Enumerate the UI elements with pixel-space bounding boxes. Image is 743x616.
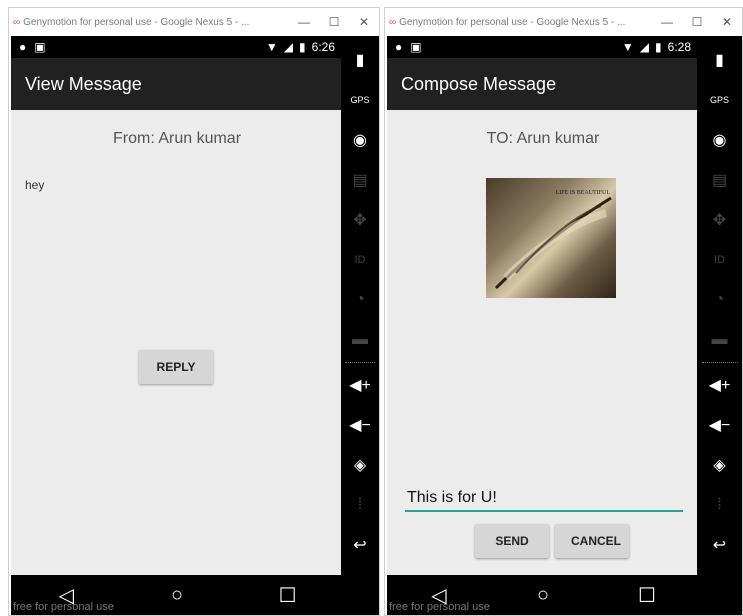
watermark: free for personal use (389, 601, 490, 613)
attached-photo[interactable]: LIFE IS BEAUTIFUL (486, 178, 616, 298)
minimize-button[interactable]: — (652, 15, 682, 29)
maximize-button[interactable]: ☐ (682, 15, 712, 29)
minimize-button[interactable]: — (289, 15, 319, 29)
status-time: 6:28 (667, 40, 691, 54)
gps-icon[interactable]: GPS (697, 80, 742, 120)
status-bar: ● ▣ ▼ ◢ ▮ 6:26 (11, 36, 343, 58)
message-input[interactable]: This is for U! (405, 486, 683, 512)
to-label: TO: Arun kumar (486, 130, 600, 147)
volume-down-icon[interactable]: ◀− (341, 405, 379, 445)
status-time: 6:26 (311, 40, 335, 54)
nav-home-icon[interactable]: ○ (523, 584, 563, 607)
signal-icon: ◢ (283, 40, 294, 54)
location-icon: ● (19, 40, 27, 54)
rotate-icon[interactable]: ◈ (697, 445, 742, 485)
left-emulator-window: ∞ Genymotion for personal use - Google N… (8, 7, 380, 616)
rss-icon[interactable]: ◔ (697, 280, 742, 320)
feather-illustration (494, 196, 612, 290)
toolbar-separator (344, 362, 376, 363)
capture-icon[interactable]: ▤ (341, 160, 379, 200)
close-button[interactable]: ✕ (712, 15, 742, 29)
action-bar-title: Compose Message (387, 58, 699, 110)
genymotion-toolbar: ▮ GPS ◉ ▤ ✥ ID ◔ ▬ ◀+ ◀− ◈ ⁞ ↩ (341, 36, 379, 615)
dpad-icon[interactable]: ✥ (341, 200, 379, 240)
toolbar-separator (701, 362, 738, 363)
location-icon: ● (395, 40, 403, 54)
watermark: free for personal use (13, 601, 114, 613)
window-title: Genymotion for personal use - Google Nex… (23, 16, 250, 28)
maximize-button[interactable]: ☐ (319, 15, 349, 29)
reply-button[interactable]: REPLY (139, 350, 213, 384)
device-screen: ● ▣ ▼ ◢ ▮ 6:26 View Message From: Arun k… (11, 36, 343, 615)
mail-icon: ▣ (34, 40, 46, 54)
webcam-icon[interactable]: ◉ (697, 120, 742, 160)
back-arrow-icon[interactable]: ↩ (697, 525, 742, 565)
close-button[interactable]: ✕ (349, 15, 379, 29)
compose-message-content: TO: Arun kumar LIFE IS BEAUTIFUL This is… (387, 110, 699, 575)
gps-icon[interactable]: GPS (341, 80, 379, 120)
nav-home-icon[interactable]: ○ (157, 584, 197, 607)
volume-down-icon[interactable]: ◀− (697, 405, 742, 445)
from-label: From: Arun kumar (112, 130, 242, 147)
webcam-icon[interactable]: ◉ (341, 120, 379, 160)
id-icon[interactable]: ID (341, 240, 379, 280)
volume-up-icon[interactable]: ◀+ (697, 365, 742, 405)
action-bar-title: View Message (11, 58, 343, 110)
sms-icon[interactable]: ▬ (697, 320, 742, 360)
genymotion-logo-icon: ∞ (389, 16, 396, 28)
rotate-icon[interactable]: ◈ (341, 445, 379, 485)
id-icon[interactable]: ID (697, 240, 742, 280)
pixel-icon[interactable]: ⁞ (341, 485, 379, 525)
photo-caption: LIFE IS BEAUTIFUL (555, 190, 610, 196)
message-body: hey (25, 178, 45, 192)
genymotion-logo-icon: ∞ (13, 16, 20, 28)
window-titlebar: ∞ Genymotion for personal use - Google N… (9, 8, 379, 36)
device-screen: ● ▣ ▼ ◢ ▮ 6:28 Compose Message TO: Arun … (387, 36, 699, 615)
send-button[interactable]: SEND (475, 524, 549, 558)
right-emulator-window: ∞ Genymotion for personal use - Google N… (384, 7, 743, 616)
wifi-icon: ▼ (265, 40, 278, 54)
mail-icon: ▣ (410, 40, 422, 54)
status-bar: ● ▣ ▼ ◢ ▮ 6:28 (387, 36, 699, 58)
genymotion-toolbar: ▮ GPS ◉ ▤ ✥ ID ◔ ▬ ◀+ ◀− ◈ ⁞ ↩ (697, 36, 742, 615)
capture-icon[interactable]: ▤ (697, 160, 742, 200)
wifi-icon: ▼ (621, 40, 634, 54)
nav-recents-icon[interactable]: ☐ (268, 583, 308, 608)
sms-icon[interactable]: ▬ (341, 320, 379, 360)
rss-icon[interactable]: ◔ (341, 280, 379, 320)
nav-recents-icon[interactable]: ☐ (627, 583, 667, 608)
battery-icon[interactable]: ▮ (697, 40, 742, 80)
back-arrow-icon[interactable]: ↩ (341, 525, 379, 565)
pixel-icon[interactable]: ⁞ (697, 485, 742, 525)
window-titlebar: ∞ Genymotion for personal use - Google N… (385, 8, 742, 36)
cancel-button[interactable]: CANCEL (555, 524, 629, 558)
signal-icon: ◢ (639, 40, 650, 54)
window-title: Genymotion for personal use - Google Nex… (399, 16, 626, 28)
battery-status-icon: ▮ (655, 40, 662, 54)
volume-up-icon[interactable]: ◀+ (341, 365, 379, 405)
battery-status-icon: ▮ (299, 40, 306, 54)
battery-icon[interactable]: ▮ (341, 40, 379, 80)
view-message-content: From: Arun kumar hey REPLY (11, 110, 343, 575)
dpad-icon[interactable]: ✥ (697, 200, 742, 240)
